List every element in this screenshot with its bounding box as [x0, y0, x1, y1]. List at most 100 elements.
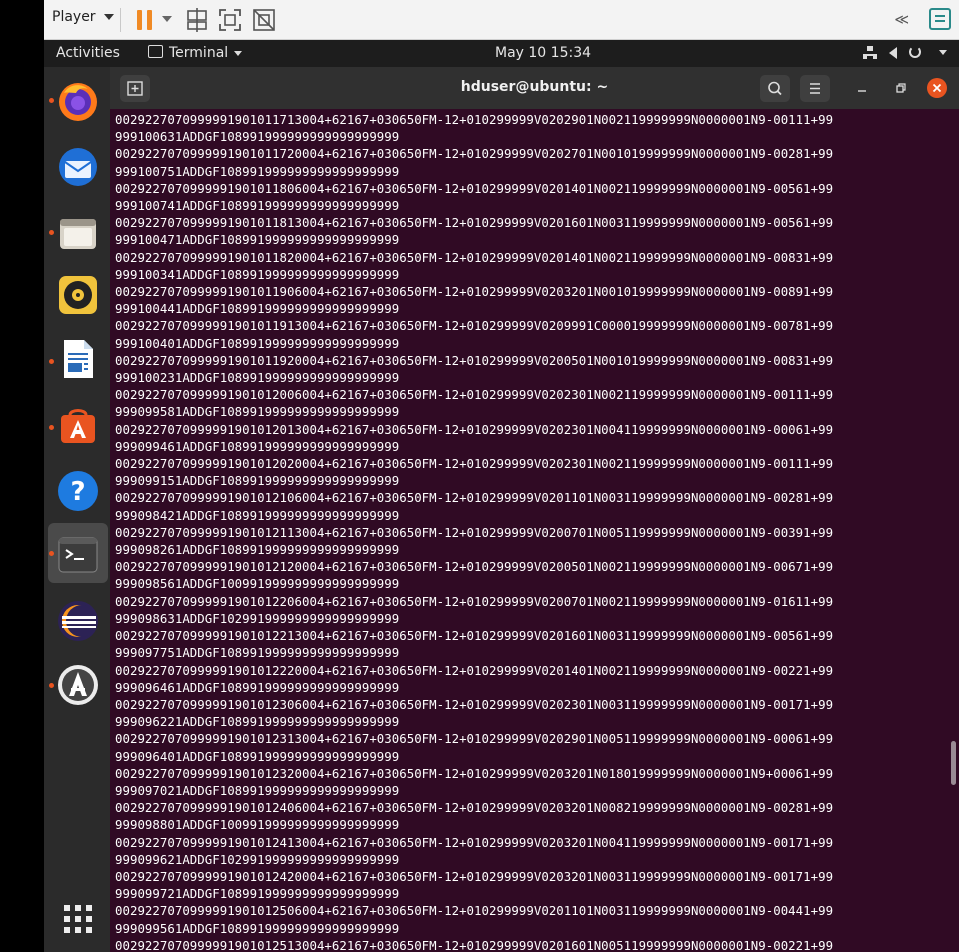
terminal-line: 0029227070999991901011720004+62167+03065…: [115, 146, 834, 162]
terminal-line: 999100471ADDGF108991999999999999999999: [115, 232, 400, 248]
scrollbar[interactable]: [951, 741, 956, 785]
hamburger-icon: [810, 83, 820, 94]
terminal-line: 0029227070999991901011913004+62167+03065…: [115, 318, 834, 334]
libreoffice-writer-icon[interactable]: [56, 337, 100, 381]
terminal-line: 999098801ADDGF100991999999999999999999: [115, 817, 400, 833]
terminal-line: 999099461ADDGF108991999999999999999999: [115, 438, 400, 454]
terminal-line: 0029227070999991901011813004+62167+03065…: [115, 215, 834, 231]
terminal-line: 0029227070999991901012020004+62167+03065…: [115, 456, 834, 472]
search-icon: [768, 81, 782, 96]
terminal-line: 999100751ADDGF108991999999999999999999: [115, 163, 400, 179]
app-menu[interactable]: Terminal: [148, 45, 243, 61]
terminal-line: 999100741ADDGF108991999999999999999999: [115, 198, 400, 214]
terminal-line: 999100631ADDGF108991999999999999999999: [115, 129, 400, 145]
terminal-line: 0029227070999991901011906004+62167+03065…: [115, 284, 834, 300]
firefox-icon[interactable]: [56, 79, 100, 123]
terminal-line: 999099581ADDGF108991999999999999999999: [115, 404, 400, 420]
terminal-line: 999100441ADDGF108991999999999999999999: [115, 301, 400, 317]
player-menu-label: Player: [52, 9, 96, 25]
terminal-line: 0029227070999991901012513004+62167+03065…: [115, 937, 834, 952]
terminal-line: 999099561ADDGF108991999999999999999999: [115, 920, 400, 936]
toolbar-divider: [120, 8, 121, 32]
terminal-line: 999098421ADDGF108991999999999999999999: [115, 507, 400, 523]
menu-button[interactable]: [800, 75, 830, 102]
rhythmbox-icon[interactable]: [56, 273, 100, 317]
show-apps-icon[interactable]: [56, 897, 100, 941]
terminal-line: 0029227070999991901012413004+62167+03065…: [115, 834, 834, 850]
close-button[interactable]: [927, 78, 947, 98]
pause-menu-chevron-icon[interactable]: [162, 16, 172, 22]
terminal-line: 0029227070999991901012213004+62167+03065…: [115, 628, 834, 644]
chevron-down-icon: [939, 49, 947, 55]
running-indicator: [49, 98, 54, 103]
terminal-line: 999100341ADDGF108991999999999999999999: [115, 266, 400, 282]
terminal-line: 0029227070999991901012113004+62167+03065…: [115, 524, 834, 540]
terminal-line: 0029227070999991901012013004+62167+03065…: [115, 421, 834, 437]
close-icon: [932, 83, 942, 93]
terminal-line: 999099621ADDGF102991999999999999999999: [115, 851, 400, 867]
terminal-line: 0029227070999991901012420004+62167+03065…: [115, 868, 834, 884]
thunderbird-icon[interactable]: [56, 145, 100, 189]
terminal-line: 0029227070999991901012506004+62167+03065…: [115, 903, 834, 919]
terminal-line: 0029227070999991901011820004+62167+03065…: [115, 249, 834, 265]
terminal-output[interactable]: 0029227070999991901011713004+62167+03065…: [110, 109, 959, 952]
terminal-line: 0029227070999991901012320004+62167+03065…: [115, 765, 834, 781]
volume-icon: [889, 46, 897, 59]
window-title: hduser@ubuntu: ~: [460, 79, 609, 95]
activities-button[interactable]: Activities: [56, 45, 120, 61]
help-icon[interactable]: ?: [56, 469, 100, 513]
notes-icon[interactable]: [929, 8, 951, 30]
running-indicator: [49, 425, 54, 430]
system-menu[interactable]: [863, 45, 947, 59]
send-keys-icon[interactable]: [184, 7, 210, 33]
minimize-button[interactable]: [850, 75, 874, 102]
terminal-line: 999097021ADDGF108991999999999999999999: [115, 782, 400, 798]
network-icon: [863, 45, 877, 59]
files-icon[interactable]: [56, 211, 100, 255]
ubuntu-software-icon[interactable]: [56, 403, 100, 447]
running-indicator: [49, 683, 54, 688]
terminal-line: 0029227070999991901011920004+62167+03065…: [115, 352, 834, 368]
terminal-line: 999100231ADDGF108991999999999999999999: [115, 370, 400, 386]
terminal-line: 999096401ADDGF108991999999999999999999: [115, 748, 400, 764]
terminal-line: 0029227070999991901012313004+62167+03065…: [115, 731, 834, 747]
terminal-line: 0029227070999991901012006004+62167+03065…: [115, 387, 834, 403]
app-menu-label: Terminal: [169, 45, 229, 61]
svg-text:?: ?: [70, 477, 85, 507]
terminal-line: 999098631ADDGF102991999999999999999999: [115, 610, 400, 626]
terminal-line: 0029227070999991901012406004+62167+03065…: [115, 800, 834, 816]
player-menu[interactable]: Player: [52, 9, 114, 25]
search-button[interactable]: [760, 75, 790, 102]
terminal-line: 0029227070999991901012206004+62167+03065…: [115, 593, 834, 609]
terminal-line: 0029227070999991901012106004+62167+03065…: [115, 490, 834, 506]
chevron-down-icon: [103, 14, 114, 20]
terminal-line: 999098261ADDGF108991999999999999999999: [115, 542, 400, 558]
maximize-button[interactable]: [888, 75, 912, 102]
clock[interactable]: May 10 15:34: [495, 45, 591, 61]
terminal-line: 0029227070999991901011713004+62167+03065…: [115, 112, 834, 127]
unity-icon[interactable]: [251, 7, 277, 33]
running-indicator: [49, 359, 54, 364]
terminal-line: 0029227070999991901011806004+62167+03065…: [115, 180, 834, 196]
terminal-line: 999099151ADDGF108991999999999999999999: [115, 473, 400, 489]
terminal-line: 0029227070999991901012306004+62167+03065…: [115, 696, 834, 712]
terminal-line: 0029227070999991901012120004+62167+03065…: [115, 559, 834, 575]
terminal-line: 999099721ADDGF108991999999999999999999: [115, 886, 400, 902]
terminal-line: 999100401ADDGF108991999999999999999999: [115, 335, 400, 351]
terminal-line: 999096461ADDGF108991999999999999999999: [115, 679, 400, 695]
terminal-line: 999098561ADDGF100991999999999999999999: [115, 576, 400, 592]
running-indicator: [49, 230, 54, 235]
terminal-line: 999096221ADDGF108991999999999999999999: [115, 714, 400, 730]
back-icon[interactable]: ≪: [894, 12, 909, 28]
terminal-icon[interactable]: [56, 533, 100, 577]
eclipse-icon[interactable]: [56, 599, 100, 643]
terminal-headerbar[interactable]: hduser@ubuntu: ~: [110, 67, 959, 109]
terminal-icon: [148, 45, 163, 58]
software-updater-icon[interactable]: [56, 663, 100, 707]
power-icon: [909, 46, 921, 58]
terminal-line: 0029227070999991901012220004+62167+03065…: [115, 662, 834, 678]
running-indicator: [49, 551, 54, 556]
chevron-down-icon: [234, 50, 243, 56]
pause-icon[interactable]: [132, 7, 158, 33]
fullscreen-icon[interactable]: [217, 7, 243, 33]
